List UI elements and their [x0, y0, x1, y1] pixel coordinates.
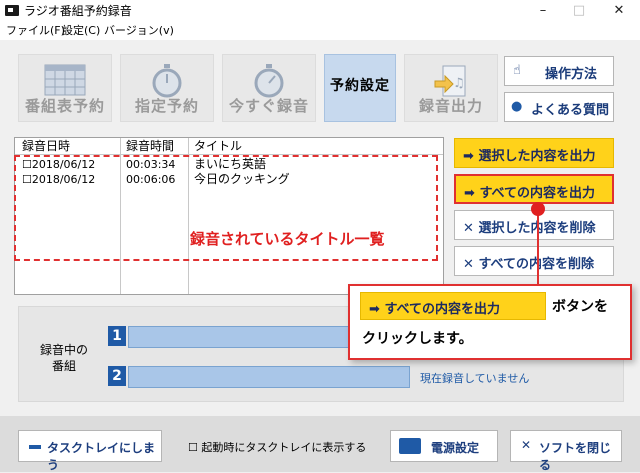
- menu-version[interactable]: バージョン(v): [104, 24, 174, 38]
- close-app-button[interactable]: ✕ ソフトを閉じる: [510, 430, 622, 472]
- power-settings-label: 電源設定: [431, 441, 480, 455]
- delete-all-label: ✕ すべての内容を削除: [463, 253, 594, 272]
- menu-settings[interactable]: 設定(C): [62, 24, 100, 38]
- stopwatch-icon: [254, 64, 284, 98]
- how-to-label: 操作方法: [545, 67, 598, 82]
- manual-reserve-label: 指定予約: [134, 97, 199, 115]
- program-guide-button[interactable]: 番組表予約: [18, 54, 112, 122]
- startup-tray-checkbox[interactable]: ☐ 起動時にタスクトレイに表示する: [188, 439, 366, 455]
- export-label: 録音出力: [418, 97, 483, 115]
- close-button[interactable]: ✕: [596, 0, 640, 22]
- callout-text-1: ボタンを: [552, 299, 608, 315]
- slot-2-bar: [128, 366, 410, 388]
- callout-button-label: ➡ すべての内容を出力: [369, 302, 501, 317]
- manual-reserve-button[interactable]: 指定予約: [120, 54, 214, 122]
- slot-1-bar: [128, 326, 358, 348]
- x-icon: ✕: [463, 221, 474, 236]
- arrow-right-icon: ➡: [369, 302, 380, 317]
- faq-label: よくある質問: [531, 103, 610, 118]
- callout-text-2: クリックします。: [362, 331, 473, 347]
- slot-1-number: 1: [108, 326, 126, 346]
- reserve-settings-button[interactable]: 予約設定: [324, 54, 396, 122]
- delete-selected-label: ✕ 選択した内容を削除: [463, 217, 595, 236]
- list-annotation: 録音されているタイトル一覧: [190, 230, 385, 248]
- recording-label-line1: 録音中の: [39, 343, 88, 357]
- stopwatch-icon: [152, 64, 182, 98]
- faq-button[interactable]: ● よくある質問: [504, 92, 614, 122]
- app-icon: [5, 5, 19, 16]
- how-to-button[interactable]: ☝ 操作方法: [504, 56, 614, 86]
- minimize-to-tray-button[interactable]: タスクトレイにしまう: [18, 430, 162, 472]
- callout-dot: [531, 202, 545, 216]
- export-selected-label: ➡ 選択した内容を出力: [463, 149, 596, 164]
- delete-all-button[interactable]: ✕ すべての内容を削除: [454, 246, 614, 276]
- menu-file[interactable]: ファイル(F): [6, 24, 65, 38]
- callout-line: [537, 210, 539, 286]
- checkbox-icon: ☐: [188, 441, 198, 454]
- callout-export-all-button: ➡ すべての内容を出力: [360, 292, 546, 320]
- reserve-settings-label: 予約設定: [330, 78, 390, 94]
- arrow-right-icon: ➡: [463, 149, 474, 164]
- export-selected-button[interactable]: ➡ 選択した内容を出力: [454, 138, 614, 168]
- x-icon: ✕: [521, 438, 532, 452]
- hand-pointer-icon: ☝: [513, 63, 521, 78]
- slot-2-number: 2: [108, 366, 126, 386]
- startup-tray-label: 起動時にタスクトレイに表示する: [201, 441, 367, 454]
- minimize-to-tray-label: タスクトレイにしまう: [47, 441, 156, 472]
- arrow-right-icon: ➡: [464, 186, 475, 201]
- header-title[interactable]: タイトル: [194, 138, 242, 154]
- slot-2-status: 現在録音していません: [420, 372, 530, 385]
- power-settings-button[interactable]: 電源設定: [390, 430, 498, 462]
- header-date[interactable]: 録音日時: [22, 138, 70, 154]
- record-now-button[interactable]: 今すぐ録音: [222, 54, 316, 122]
- record-now-label: 今すぐ録音: [228, 97, 309, 115]
- window-title: ラジオ番組予約録音: [24, 4, 132, 18]
- export-button[interactable]: ♫ 録音出力: [404, 54, 498, 122]
- recording-label-line2: 番組: [51, 359, 76, 373]
- export-all-button[interactable]: ➡ すべての内容を出力: [454, 174, 614, 204]
- close-app-label: ソフトを閉じる: [539, 441, 612, 472]
- music-export-icon: ♫: [434, 65, 466, 97]
- minus-icon: [29, 445, 41, 449]
- recording-now-label: 録音中の 番組: [34, 342, 94, 374]
- x-icon: ✕: [463, 257, 474, 272]
- export-all-label: ➡ すべての内容を出力: [464, 186, 596, 201]
- svg-text:♫: ♫: [453, 76, 465, 91]
- program-guide-label: 番組表予約: [24, 97, 105, 115]
- calendar-grid-icon: [44, 64, 86, 96]
- faq-bubble-icon: ●: [511, 99, 523, 114]
- power-settings-icon: [399, 438, 421, 454]
- header-duration[interactable]: 録音時間: [126, 138, 174, 154]
